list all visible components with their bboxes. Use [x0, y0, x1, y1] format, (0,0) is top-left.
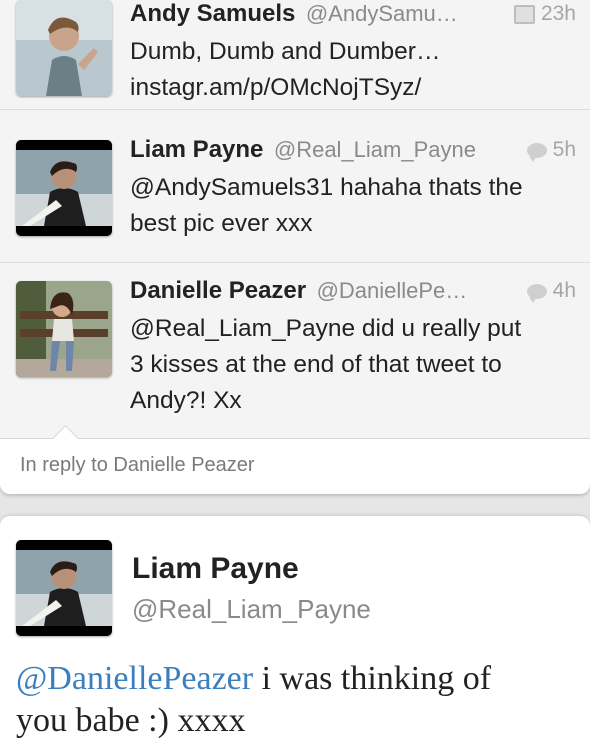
in-reply-to-bar[interactable]: In reply to Danielle Peazer — [0, 425, 590, 494]
reply-bubble-icon — [526, 142, 547, 162]
author-handle[interactable]: @Real_Liam_Payne — [274, 137, 476, 162]
avatar[interactable] — [16, 281, 112, 377]
tweet-text-line: @Real_Liam_Payne did u really put — [130, 315, 522, 342]
tweet-text-line: best pic ever xxx — [130, 210, 313, 237]
avatar[interactable] — [16, 140, 112, 236]
tweet-meta: 4h — [526, 279, 576, 303]
tweet-text-line: Andy?! Xx — [130, 387, 242, 414]
author-name[interactable]: Liam Payne — [130, 136, 263, 163]
tweet-meta: 23h — [513, 2, 576, 26]
reply-bubble-icon — [526, 283, 547, 303]
tweet-text: Dumb, Dumb and Dumber… instagr.am/p/OMcN… — [130, 34, 576, 106]
tweet-danielle-peazer[interactable]: Danielle Peazer @DaniellePe… 4h @Real_Li… — [0, 263, 590, 438]
tweet-text: @Real_Liam_Payne did u really put 3 kiss… — [130, 311, 576, 419]
author-handle[interactable]: @AndySamu… — [306, 1, 458, 26]
detail-author-handle[interactable]: @Real_Liam_Payne — [132, 594, 371, 625]
tweet-andy-samuels[interactable]: Andy Samuels @AndySamu… 23h Dumb, Dumb a… — [0, 0, 590, 110]
tweet-liam-payne[interactable]: Liam Payne @Real_Liam_Payne 5h @AndySamu… — [0, 122, 590, 263]
avatar[interactable] — [16, 0, 112, 96]
detail-tweet-text: @DaniellePeazer i was thinking of you ba… — [16, 658, 586, 742]
detail-author-name[interactable]: Liam Payne — [132, 552, 299, 586]
tweet-header: Danielle Peazer @DaniellePe… 4h — [130, 277, 576, 311]
avatar[interactable] — [16, 540, 112, 636]
detail-text-line: you babe :) xxxx — [16, 702, 246, 739]
tweet-link[interactable]: instagr.am/p/OMcNojTSyz/ — [130, 70, 576, 106]
tweet-time: 23h — [540, 2, 576, 25]
tweet-text: @AndySamuels31 hahaha thats the best pic… — [130, 170, 576, 242]
author-name[interactable]: Danielle Peazer — [130, 277, 306, 304]
tweet-time: 5h — [552, 138, 576, 161]
tweet-text-line: 3 kisses at the end of that tweet to — [130, 351, 502, 378]
tweet-detail: Liam Payne @Real_Liam_Payne @DaniellePea… — [0, 516, 590, 756]
author-name[interactable]: Andy Samuels — [130, 0, 295, 27]
in-reply-to-label[interactable]: In reply to Danielle Peazer — [20, 454, 255, 477]
author-handle[interactable]: @DaniellePe… — [317, 278, 468, 303]
detail-text-rest: i was thinking of — [253, 660, 492, 697]
detail-text-line: @DaniellePeazer i was thinking of — [16, 658, 586, 700]
tweet-text-line: Dumb, Dumb and Dumber… — [130, 38, 441, 65]
tweet-header: Andy Samuels @AndySamu… 23h — [130, 0, 576, 34]
photo-icon — [513, 4, 535, 24]
tweet-time: 4h — [552, 279, 576, 302]
tweet-header: Liam Payne @Real_Liam_Payne 5h — [130, 136, 576, 170]
conversation-thread: Andy Samuels @AndySamu… 23h Dumb, Dumb a… — [0, 0, 590, 494]
tweet-meta: 5h — [526, 138, 576, 162]
tweet-text-line: @AndySamuels31 hahaha thats the — [130, 174, 523, 201]
mention-link[interactable]: @DaniellePeazer — [16, 660, 253, 697]
